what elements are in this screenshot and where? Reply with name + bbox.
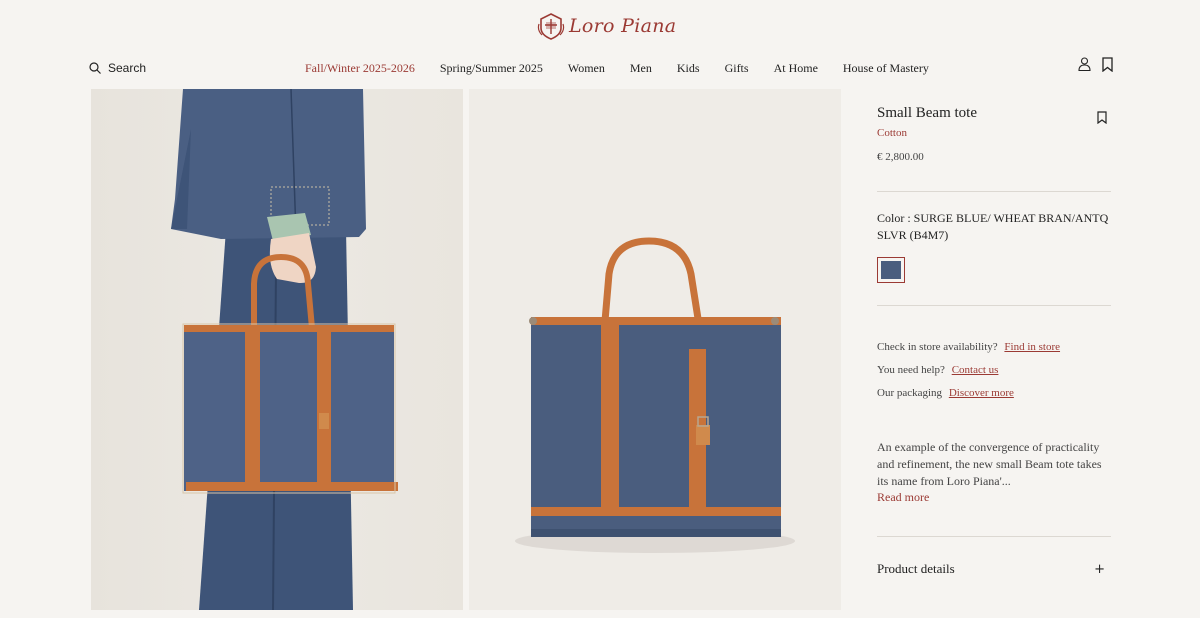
- account-icon[interactable]: [1078, 57, 1091, 71]
- packaging-row: Our packaging Discover more: [877, 387, 1111, 399]
- nav-item-fall-winter[interactable]: Fall/Winter 2025-2026: [305, 61, 415, 76]
- help-text: You need help?: [877, 364, 945, 376]
- packaging-text: Our packaging: [877, 387, 943, 399]
- store-availability-text: Check in store availability?: [877, 341, 998, 353]
- search-icon: [89, 62, 101, 74]
- read-more-link[interactable]: Read more: [877, 490, 1111, 505]
- search-button[interactable]: Search: [89, 61, 146, 75]
- product-info-panel: Small Beam tote Cotton € 2,800.00 Color …: [877, 105, 1111, 577]
- brand-logo[interactable]: Loro Piana: [537, 12, 676, 40]
- product-price: € 2,800.00: [877, 151, 924, 163]
- swatch-fill: [881, 261, 901, 279]
- product-details-label: Product details: [877, 561, 955, 576]
- divider: [877, 191, 1111, 192]
- service-links: Check in store availability? Find in sto…: [877, 341, 1111, 399]
- product-description: An example of the convergence of practic…: [877, 440, 1102, 488]
- nav-item-men[interactable]: Men: [630, 61, 652, 76]
- nav-item-at-home[interactable]: At Home: [774, 61, 818, 76]
- divider: [877, 305, 1111, 306]
- crest-icon: [537, 13, 565, 40]
- tote-photo-illustration: [515, 237, 795, 553]
- nav-item-house-of-mastery[interactable]: House of Mastery: [843, 61, 929, 76]
- contact-us-link[interactable]: Contact us: [952, 364, 999, 376]
- bookmark-icon[interactable]: [1102, 57, 1113, 72]
- main-nav: Fall/Winter 2025-2026 Spring/Summer 2025…: [305, 61, 954, 76]
- find-in-store-link[interactable]: Find in store: [1004, 341, 1060, 353]
- model-photo-illustration: [171, 89, 398, 610]
- header-actions: [1078, 57, 1113, 72]
- product-title: Small Beam tote: [877, 105, 977, 121]
- product-image-model[interactable]: [91, 89, 463, 610]
- product-details-toggle[interactable]: Product details +: [877, 561, 1111, 577]
- color-label: Color : SURGE BLUE/ WHEAT BRAN/ANTQ SLVR…: [877, 211, 1109, 242]
- discover-more-link[interactable]: Discover more: [949, 387, 1014, 399]
- divider: [877, 536, 1111, 537]
- wishlist-icon[interactable]: [1097, 111, 1107, 124]
- nav-item-spring-summer[interactable]: Spring/Summer 2025: [440, 61, 543, 76]
- color-swatch[interactable]: [877, 257, 905, 283]
- nav-item-gifts[interactable]: Gifts: [725, 61, 749, 76]
- nav-item-women[interactable]: Women: [568, 61, 605, 76]
- brand-name: Loro Piana: [569, 15, 677, 37]
- search-label: Search: [108, 61, 147, 75]
- nav-item-kids[interactable]: Kids: [677, 61, 700, 76]
- store-availability: Check in store availability? Find in sto…: [877, 341, 1111, 353]
- plus-icon: +: [1094, 561, 1105, 577]
- help-row: You need help? Contact us: [877, 364, 1111, 376]
- product-image-front[interactable]: [469, 89, 841, 610]
- product-material: Cotton: [877, 127, 907, 139]
